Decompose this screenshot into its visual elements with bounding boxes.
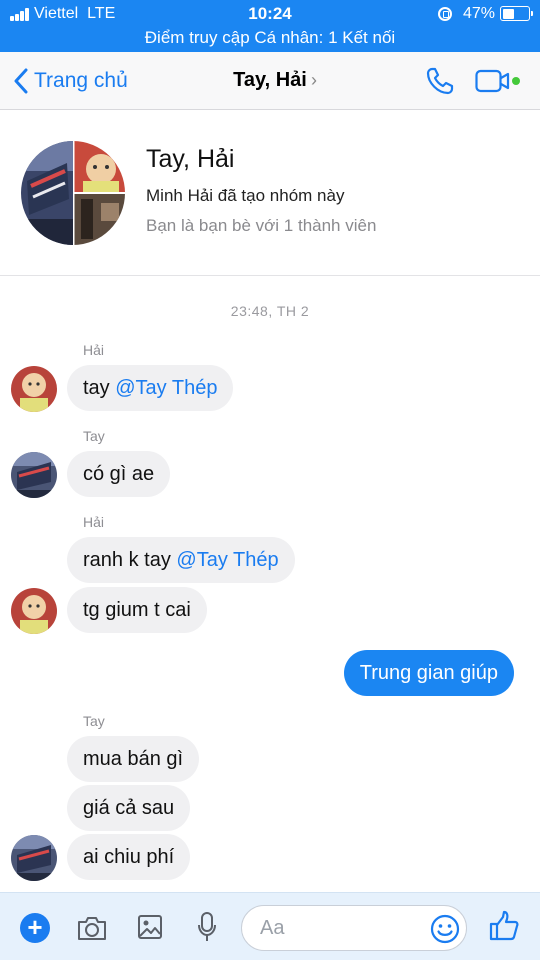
camera-icon[interactable] — [76, 914, 108, 942]
chevron-right-icon: › — [311, 70, 317, 90]
message-bubble[interactable]: tay @Tay Thép — [67, 365, 234, 411]
message-bubble[interactable]: tg gium t cai — [67, 587, 207, 633]
user-mention[interactable]: @Tay Thép — [115, 377, 217, 399]
battery-icon — [500, 6, 533, 21]
message-composer: + — [0, 892, 540, 960]
clock: 10:24 — [248, 4, 292, 23]
avatar[interactable] — [11, 835, 57, 881]
hotspot-banner[interactable]: Điểm truy cập Cá nhân: 1 Kết nối — [0, 28, 540, 48]
plus-icon[interactable]: + — [20, 913, 50, 943]
group-avatar[interactable] — [21, 141, 125, 245]
message-bubble[interactable]: ranh k tay @Tay Thép — [67, 537, 295, 583]
status-bar: Viettel LTE 10:24 47% Điểm truy cập Cá n… — [0, 0, 540, 52]
video-call-icon[interactable] — [475, 69, 511, 93]
battery-percentage: 47% — [463, 5, 496, 22]
message-bubble[interactable]: ai chiu phí — [67, 834, 191, 880]
message-text-field[interactable] — [260, 906, 420, 950]
emoji-icon[interactable] — [430, 914, 460, 944]
message-bubble[interactable]: mua bán gì — [67, 736, 200, 782]
message-sender: Hải — [83, 342, 105, 358]
conversation-nav-bar: Trang chủ Tay, Hải › — [0, 52, 540, 110]
message-bubble[interactable]: giá cả sau — [67, 785, 191, 831]
messenger-screen: Viettel LTE 10:24 47% Điểm truy cập Cá n… — [0, 0, 540, 960]
group-friends-text: Bạn là bạn bè với 1 thành viên — [146, 216, 377, 235]
avatar[interactable] — [11, 588, 57, 634]
group-info-header: Tay, Hải Minh Hải đã tạo nhóm này Bạn là… — [0, 110, 540, 276]
online-status-dot — [512, 77, 520, 85]
phone-call-icon[interactable] — [425, 66, 455, 96]
avatar[interactable] — [11, 452, 57, 498]
message-timestamp: 23:48, TH 2 — [230, 303, 310, 319]
microphone-icon[interactable] — [197, 911, 217, 943]
conversation-title-text: Tay, Hải — [233, 69, 307, 91]
message-list[interactable]: 23:48, TH 2 Hải tay @Tay Thép Tay có gì … — [0, 277, 540, 892]
message-bubble[interactable]: có gì ae — [67, 451, 171, 497]
user-mention[interactable]: @Tay Thép — [176, 549, 278, 571]
message-sender: Tay — [83, 713, 105, 729]
message-sender: Tay — [83, 428, 105, 444]
image-icon[interactable] — [137, 913, 163, 941]
message-sender: Hải — [83, 514, 105, 530]
group-name: Tay, Hải — [146, 145, 235, 173]
avatar[interactable] — [11, 366, 57, 412]
my-message-bubble[interactable]: Trung gian giúp — [343, 650, 514, 696]
conversation-title[interactable]: Tay, Hải › — [0, 69, 540, 92]
group-creator-text: Minh Hải đã tạo nhóm này — [146, 186, 345, 205]
orientation-lock-icon — [438, 7, 452, 21]
thumbs-up-icon[interactable] — [489, 910, 519, 942]
message-input[interactable] — [241, 905, 467, 951]
